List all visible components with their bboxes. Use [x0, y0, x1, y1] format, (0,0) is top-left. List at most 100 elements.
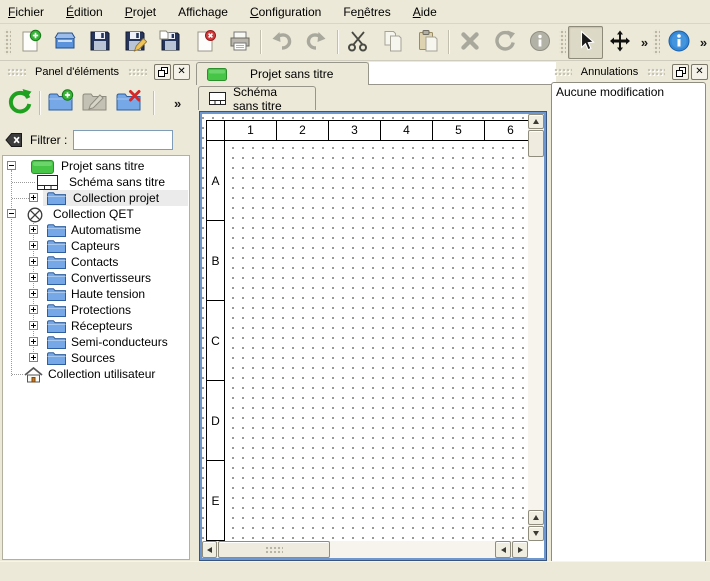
scroll-up-button[interactable]: [528, 114, 544, 129]
menu-fichier[interactable]: Fichier: [8, 5, 44, 19]
expand-expander-icon[interactable]: [29, 289, 38, 298]
toolbar-overflow-button[interactable]: »: [638, 35, 651, 50]
close-panel-button[interactable]: ✕: [173, 64, 190, 80]
tree-item-collection-qet[interactable]: Collection QET: [3, 206, 189, 222]
new-element-button[interactable]: [43, 86, 77, 120]
cut-button[interactable]: [341, 26, 376, 59]
collapse-expander-icon[interactable]: [7, 209, 16, 218]
tab-schema-label: Schéma sans titre: [233, 85, 305, 113]
undo-button[interactable]: [264, 26, 299, 59]
scroll-down-button[interactable]: [528, 526, 544, 541]
column-header-cell: 5: [433, 121, 485, 140]
expand-expander-icon[interactable]: [29, 273, 38, 282]
close-file-button[interactable]: [187, 26, 222, 59]
float-panel-button[interactable]: [672, 64, 689, 80]
redo-button[interactable]: [299, 26, 334, 59]
toolbar-overflow-button[interactable]: »: [697, 35, 710, 50]
qet-circle-x-icon: [27, 207, 43, 223]
scroll-left-button[interactable]: [202, 541, 217, 558]
tree-item-convertisseurs[interactable]: Convertisseurs: [3, 270, 189, 286]
expand-expander-icon[interactable]: [29, 193, 38, 202]
blue-folder-icon: [47, 191, 66, 205]
delete-button[interactable]: [452, 26, 487, 59]
status-bar: [0, 561, 710, 581]
paste-button[interactable]: [411, 26, 446, 59]
tree-item-collection-utilisateur[interactable]: Collection utilisateur: [3, 366, 189, 382]
select-tool-button[interactable]: [568, 26, 603, 59]
toolbar-drag-handle[interactable]: [653, 29, 660, 55]
menu-edition[interactable]: Édition: [66, 5, 103, 19]
column-header-cell: 3: [329, 121, 381, 140]
tab-project[interactable]: Projet sans titre: [196, 62, 369, 85]
undo-panel-title-bar[interactable]: Annulations ✕: [549, 62, 708, 81]
arrow-up-icon: [533, 119, 539, 124]
save-all-button[interactable]: [152, 26, 187, 59]
new-document-button[interactable]: [13, 26, 48, 59]
vertical-scrollbar-thumb[interactable]: [528, 130, 544, 157]
menu-aide[interactable]: Aide: [413, 5, 437, 19]
undo-history-list[interactable]: Aucune modification: [551, 82, 706, 565]
expand-expander-icon[interactable]: [29, 337, 38, 346]
toolbar-drag-handle[interactable]: [559, 29, 566, 55]
horizontal-scrollbar[interactable]: [202, 541, 528, 558]
scroll-up-button-2[interactable]: [528, 510, 544, 525]
delete-element-button[interactable]: [111, 86, 145, 120]
save-as-button[interactable]: [118, 26, 153, 59]
about-info-button[interactable]: [522, 26, 557, 59]
scroll-right-button[interactable]: [512, 541, 528, 558]
edit-element-button[interactable]: [77, 86, 111, 120]
tree-item-automatisme[interactable]: Automatisme: [3, 222, 189, 238]
horizontal-scrollbar-thumb[interactable]: [218, 541, 330, 558]
elements-toolbar-overflow-button[interactable]: »: [171, 96, 184, 111]
reload-collections-button[interactable]: [2, 86, 36, 120]
filter-input[interactable]: [73, 130, 173, 150]
tree-item-collection-projet[interactable]: Collection projet: [3, 190, 189, 206]
menu-affichage[interactable]: Affichage: [178, 5, 228, 19]
menu-projet[interactable]: Projet: [125, 5, 156, 19]
diagram-frame: 1 2 3 4 5 6 A B C D E: [206, 120, 528, 541]
float-panel-button[interactable]: [154, 64, 171, 80]
info-button[interactable]: [662, 26, 697, 59]
undo-list-item[interactable]: Aucune modification: [556, 85, 701, 99]
tree-item-label: Capteurs: [71, 239, 120, 253]
tab-schema[interactable]: Schéma sans titre: [198, 86, 316, 110]
blue-folder-icon: [47, 303, 66, 317]
move-tool-button[interactable]: [603, 26, 638, 59]
menu-fenetres[interactable]: Fenêtres: [343, 5, 390, 19]
tree-item-protections[interactable]: Protections: [3, 302, 189, 318]
toolbar-drag-handle[interactable]: [4, 29, 11, 55]
copy-button[interactable]: [376, 26, 411, 59]
tree-item-contacts[interactable]: Contacts: [3, 254, 189, 270]
expand-expander-icon[interactable]: [29, 353, 38, 362]
menu-configuration[interactable]: Configuration: [250, 5, 321, 19]
clear-filter-icon[interactable]: [4, 130, 24, 150]
diagram-canvas[interactable]: 1 2 3 4 5 6 A B C D E: [202, 114, 528, 541]
tree-item-semi-conducteurs[interactable]: Semi-conducteurs: [3, 334, 189, 350]
row-header-cell: C: [207, 301, 224, 381]
expand-expander-icon[interactable]: [29, 321, 38, 330]
tree-item-label: Haute tension: [71, 287, 145, 301]
tree-item-recepteurs[interactable]: Récepteurs: [3, 318, 189, 334]
cut-icon: [346, 29, 370, 56]
tree-item-sources[interactable]: Sources: [3, 350, 189, 366]
scroll-left-button-2[interactable]: [495, 541, 511, 558]
expand-expander-icon[interactable]: [29, 241, 38, 250]
expand-expander-icon[interactable]: [29, 305, 38, 314]
tree-item-label: Automatisme: [71, 223, 141, 237]
print-button[interactable]: [222, 26, 257, 59]
tree-item-label: Contacts: [71, 255, 118, 269]
expand-expander-icon[interactable]: [29, 225, 38, 234]
collapse-expander-icon[interactable]: [7, 161, 16, 170]
vertical-scrollbar[interactable]: [528, 114, 544, 541]
open-project-button[interactable]: [48, 26, 83, 59]
close-panel-button[interactable]: ✕: [691, 64, 708, 80]
tree-item-haute-tension[interactable]: Haute tension: [3, 286, 189, 302]
tree-item-schema[interactable]: Schéma sans titre: [3, 174, 189, 190]
folder-delete-icon: [115, 88, 142, 118]
tree-item-project[interactable]: Projet sans titre: [3, 158, 189, 174]
expand-expander-icon[interactable]: [29, 257, 38, 266]
tree-item-capteurs[interactable]: Capteurs: [3, 238, 189, 254]
rotate-button[interactable]: [487, 26, 522, 59]
save-button[interactable]: [83, 26, 118, 59]
elements-panel-title-bar[interactable]: Panel d'éléments ✕: [2, 62, 190, 81]
